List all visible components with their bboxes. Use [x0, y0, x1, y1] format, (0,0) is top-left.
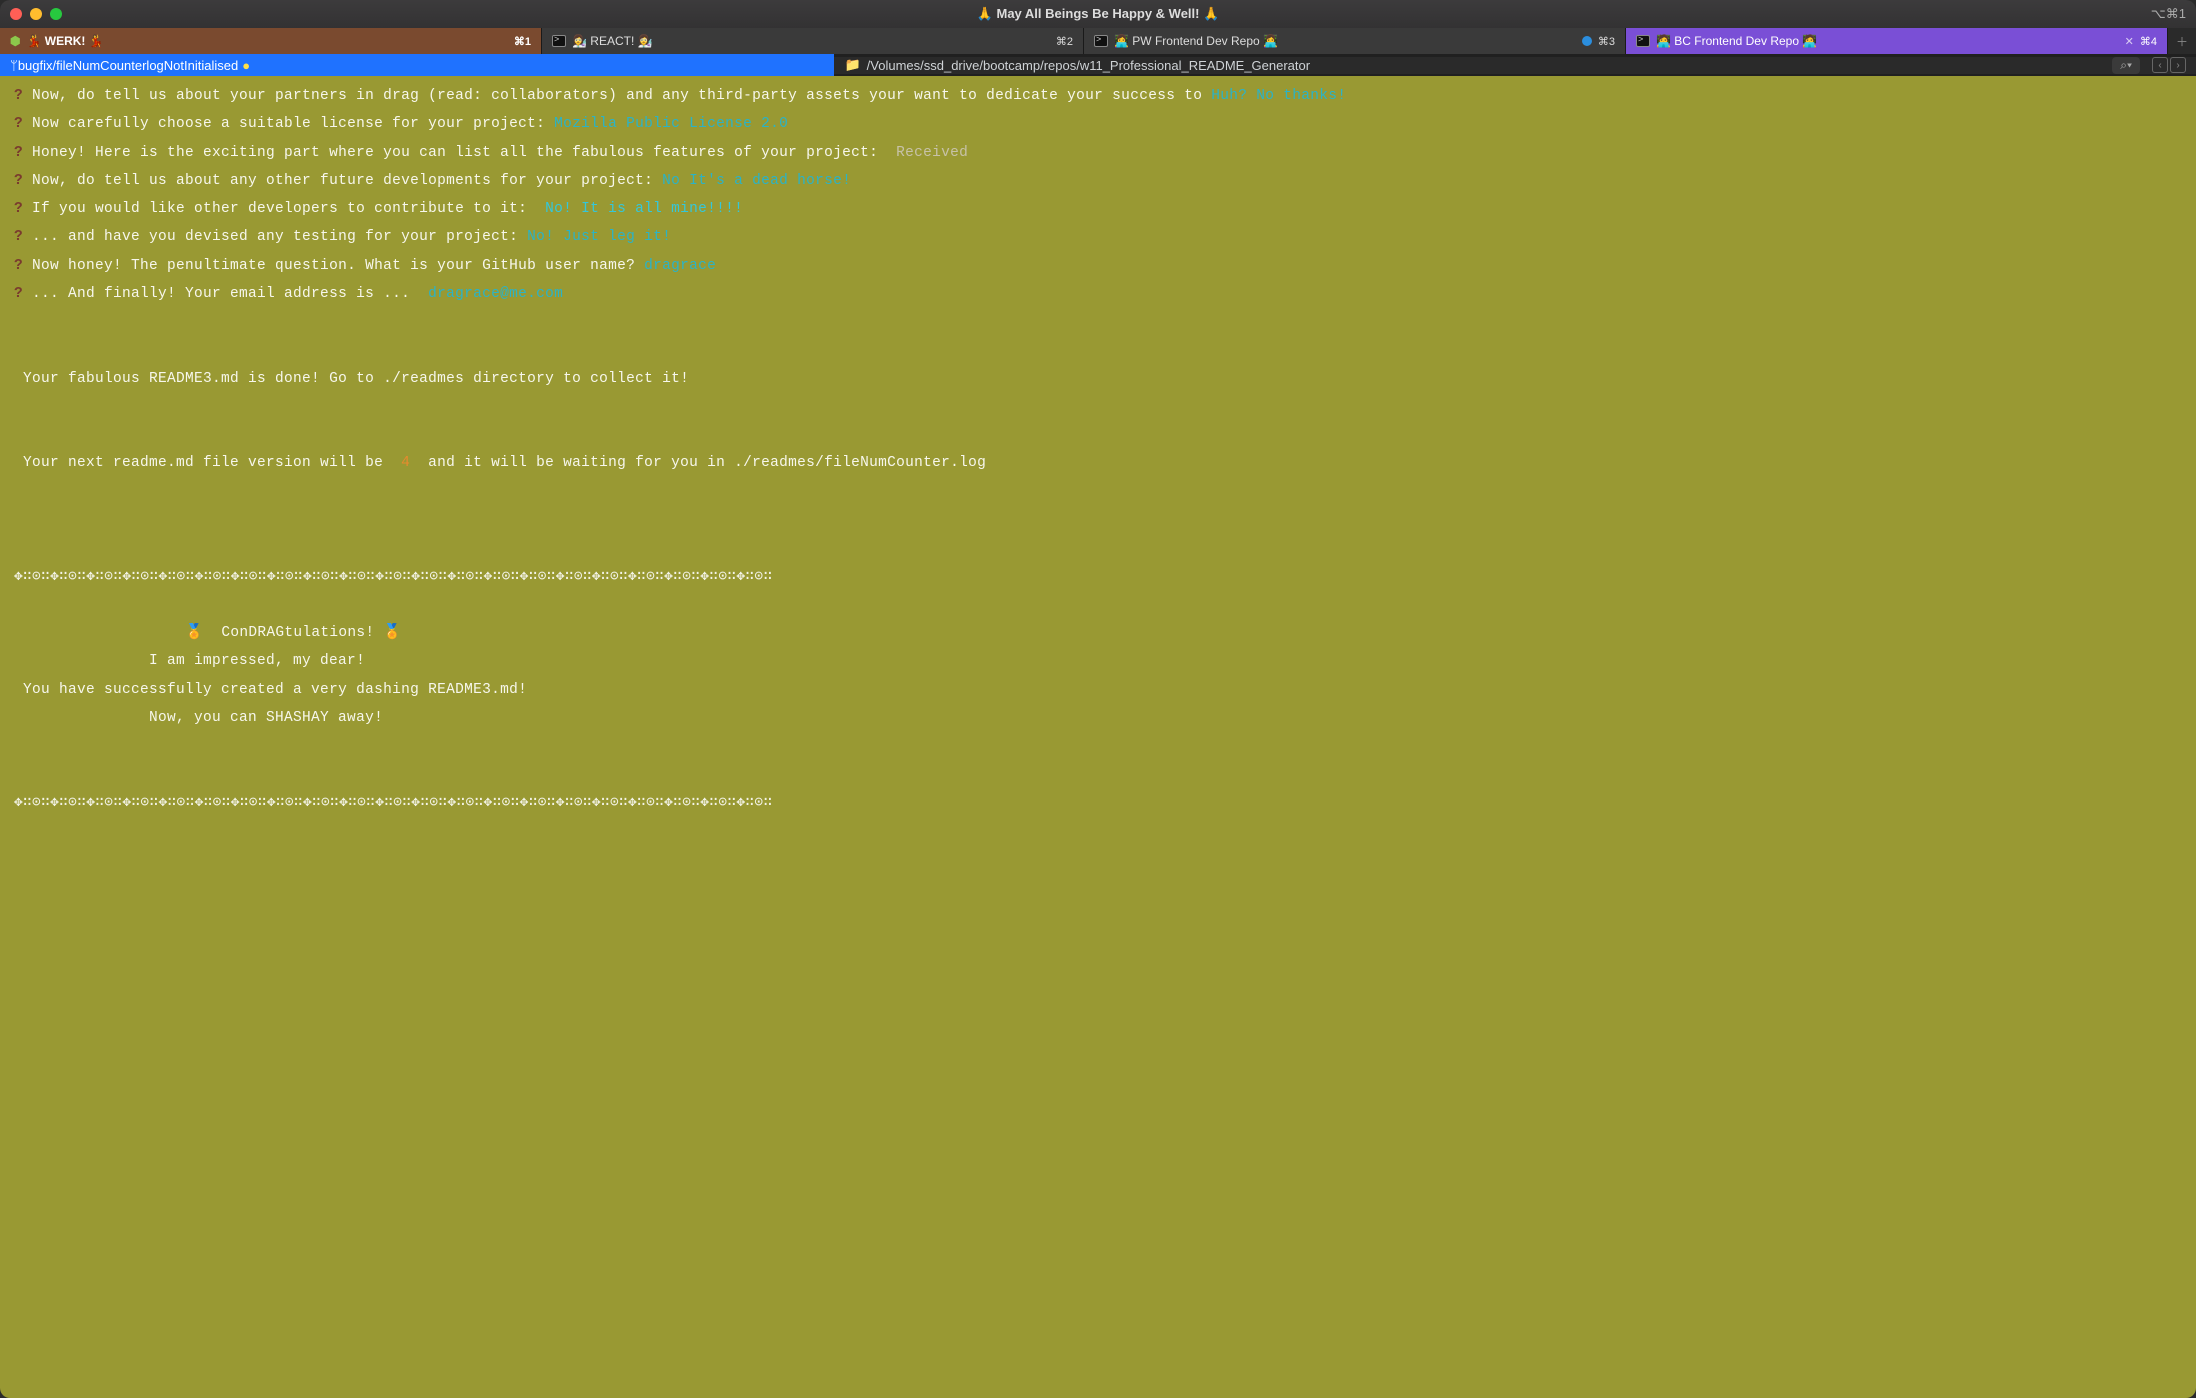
version-number: 4 — [401, 455, 410, 471]
output-line: and it will be waiting for you in ./read… — [410, 455, 986, 471]
answer-text: No! It is all mine!!!! — [545, 201, 743, 217]
tab-werk[interactable]: ⬢ 💃 WERK! 💃 ⌘1 — [0, 28, 542, 54]
titlebar: 🙏 May All Beings Be Happy & Well! 🙏 ⌥⌘1 — [0, 0, 2196, 28]
prompt-text: ... and have you devised any testing for… — [23, 229, 527, 245]
prompt-marker: ? — [14, 286, 23, 302]
tab-shortcut: ⌘1 — [514, 35, 531, 48]
tab-bar: ⬢ 💃 WERK! 💃 ⌘1 👩‍🔬 REACT! 👩‍🔬 ⌘2 👩‍💻 PW … — [0, 28, 2196, 54]
search-icon: ⌕▾ — [2120, 58, 2132, 73]
congrats-line: 🏅 ConDRAGtulations! 🏅 — [14, 625, 402, 641]
tab-label: 🧑‍💻 BC Frontend Dev Repo 🧑‍💻 — [1656, 34, 1817, 48]
prompt-text: ... And finally! Your email address is .… — [23, 286, 428, 302]
prompt-text: If you would like other developers to co… — [23, 201, 545, 217]
output-line: Your next readme.md file version will be — [14, 455, 401, 471]
prompt-text: Now, do tell us about any other future d… — [23, 173, 662, 189]
tab-react[interactable]: 👩‍🔬 REACT! 👩‍🔬 ⌘2 — [542, 28, 1084, 54]
branch-icon: ᛘ — [10, 58, 18, 73]
prev-result-button[interactable]: ‹ — [2152, 57, 2168, 73]
search-input[interactable]: ⌕▾ — [2112, 57, 2140, 74]
congrats-line: Now, you can SHASHAY away! — [14, 710, 383, 726]
tab-label: 👩‍💻 PW Frontend Dev Repo 👩‍💻 — [1114, 34, 1278, 48]
prompt-marker: ? — [14, 229, 23, 245]
answer-text: No It's a dead horse! — [662, 173, 851, 189]
tab-shortcut: ⌘4 — [2140, 35, 2157, 48]
output-line: Your fabulous README3.md is done! Go to … — [14, 371, 689, 387]
decorative-divider: ✥∷⊙∷✥∷⊙∷✥∷⊙∷✥∷⊙∷✥∷⊙∷✥∷⊙∷✥∷⊙∷✥∷⊙∷✥∷⊙∷✥∷⊙∷… — [14, 569, 773, 585]
close-tab-icon[interactable]: ✕ — [2125, 35, 2134, 48]
git-branch-indicator[interactable]: ᛘ bugfix/fileNumCounterlogNotInitialised… — [0, 54, 834, 76]
prompt-marker: ? — [14, 145, 23, 161]
terminal-output[interactable]: ? Now, do tell us about your partners in… — [0, 76, 2196, 1398]
answer-text: dragrace@me.com — [428, 286, 563, 302]
prompt-marker: ? — [14, 116, 23, 132]
prompt-marker: ? — [14, 88, 23, 104]
decorative-divider: ✥∷⊙∷✥∷⊙∷✥∷⊙∷✥∷⊙∷✥∷⊙∷✥∷⊙∷✥∷⊙∷✥∷⊙∷✥∷⊙∷✥∷⊙∷… — [14, 795, 773, 811]
prompt-text: Now, do tell us about your partners in d… — [23, 88, 1211, 104]
prompt-marker: ? — [14, 201, 23, 217]
next-result-button[interactable]: › — [2170, 57, 2186, 73]
prompt-marker: ? — [14, 258, 23, 274]
terminal-icon — [1636, 35, 1650, 47]
add-tab-button[interactable]: ＋ — [2168, 28, 2196, 54]
prompt-marker: ? — [14, 173, 23, 189]
answer-text: dragrace — [644, 258, 716, 274]
window-title: 🙏 May All Beings Be Happy & Well! 🙏 — [0, 6, 2196, 22]
answer-text: Huh? No thanks! — [1211, 88, 1346, 104]
tab-label: 👩‍🔬 REACT! 👩‍🔬 — [572, 34, 653, 48]
tab-bc[interactable]: 🧑‍💻 BC Frontend Dev Repo 🧑‍💻 ✕ ⌘4 — [1626, 28, 2168, 54]
prompt-text: Now honey! The penultimate question. Wha… — [23, 258, 644, 274]
cwd-path: /Volumes/ssd_drive/bootcamp/repos/w11_Pr… — [867, 58, 1310, 73]
answer-text: No! Just leg it! — [527, 229, 671, 245]
branch-name: bugfix/fileNumCounterlogNotInitialised — [18, 58, 238, 73]
app-window: 🙏 May All Beings Be Happy & Well! 🙏 ⌥⌘1 … — [0, 0, 2196, 1398]
congrats-line: You have successfully created a very das… — [14, 682, 527, 698]
tab-shortcut: ⌘3 — [1598, 35, 1615, 48]
path-indicator: 📁 /Volumes/ssd_drive/bootcamp/repos/w11_… — [834, 57, 2196, 74]
activity-indicator-icon — [1582, 36, 1592, 46]
congrats-line: I am impressed, my dear! — [14, 653, 365, 669]
status-bar: ᛘ bugfix/fileNumCounterlogNotInitialised… — [0, 54, 2196, 76]
modified-indicator-icon: ● — [242, 58, 250, 73]
terminal-icon — [552, 35, 566, 47]
prompt-text: Now carefully choose a suitable license … — [23, 116, 554, 132]
tab-pw[interactable]: 👩‍💻 PW Frontend Dev Repo 👩‍💻 ⌘3 — [1084, 28, 1626, 54]
nodejs-icon: ⬢ — [10, 34, 20, 48]
terminal-icon — [1094, 35, 1108, 47]
folder-icon: 📁 — [844, 57, 860, 73]
prompt-text: Honey! Here is the exciting part where y… — [23, 145, 896, 161]
answer-text: Mozilla Public License 2.0 — [554, 116, 788, 132]
status-text: Received — [896, 145, 968, 161]
tab-shortcut: ⌘2 — [1056, 35, 1073, 48]
tab-label: 💃 WERK! 💃 — [26, 34, 103, 48]
